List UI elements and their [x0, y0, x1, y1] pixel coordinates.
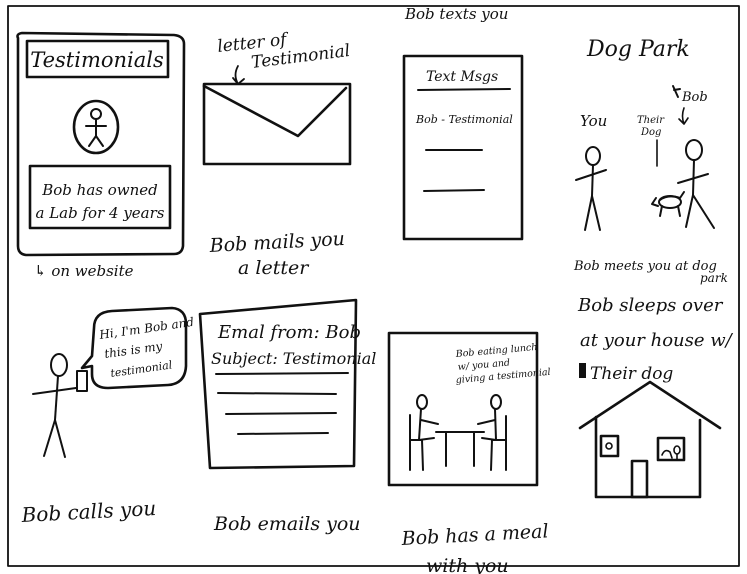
testimonials-title: Testimonials	[30, 48, 164, 72]
dogpark-caption-line1: Bob meets you at dog	[573, 259, 717, 274]
bubble-text-line2: this is my	[103, 339, 163, 361]
meal-caption-line1: Bob has a meal	[400, 520, 549, 550]
chair-right	[490, 415, 507, 471]
storyboard-sketch: Testimonials Bob has owned a Lab for 4 y…	[7, 5, 740, 574]
stick-figure-bob	[677, 139, 715, 229]
panel-website: Testimonials Bob has owned a Lab for 4 y…	[16, 31, 186, 280]
meal-caption-line2: with you	[426, 555, 509, 574]
sleepover-caption-line1: Bob sleeps over	[577, 295, 724, 316]
testimonial-text-line2: a Lab for 4 years	[36, 204, 165, 222]
panel-dogpark: Dog Park You Their Dog Bob Bob meets you…	[573, 37, 728, 285]
panel-letter: letter of Testimonial Bob mails you a le…	[202, 30, 352, 279]
phone-icon	[76, 370, 88, 392]
label-dog: Dog	[640, 127, 661, 138]
stick-figure-caller	[32, 353, 77, 458]
sleepover-caption-line3: Their dog	[590, 364, 673, 384]
panel-call: Hi, I'm Bob and this is my testimonial B…	[20, 306, 195, 527]
phone-title: Text Msgs	[426, 69, 498, 85]
panel-sleepover: Bob sleeps over at your house w/ Their d…	[577, 295, 734, 499]
bubble-text-line1: Hi, I'm Bob and	[97, 315, 195, 342]
dog-icon	[651, 191, 685, 217]
diner-left	[416, 394, 439, 441]
panel-texts: Bob texts you Text Msgs Bob - Testimonia…	[402, 5, 524, 241]
table-icon	[435, 431, 485, 467]
arrow-icon	[678, 107, 689, 125]
phone-title-underline	[417, 88, 511, 91]
label-marker	[672, 85, 681, 98]
bubble-text-line3: testimonial	[110, 358, 174, 380]
diner-right	[477, 394, 502, 441]
panel-email: Emal from: Bob Subject: Testimonial Bob …	[198, 298, 376, 535]
bullet-mark	[579, 363, 586, 378]
dogpark-caption-line2: park	[700, 271, 728, 285]
letter-caption-line1: Bob mails you	[208, 228, 345, 257]
letter-caption-line2: a letter	[238, 257, 310, 279]
meal-note-line1: Bob eating lunch	[454, 342, 538, 360]
dogpark-title: Dog Park	[586, 37, 690, 62]
email-subject-line: Subject: Testimonial	[211, 349, 376, 368]
panel-meal: Bob eating lunch w/ you and giving a tes…	[387, 331, 551, 574]
email-body-line	[217, 392, 337, 395]
call-caption: Bob calls you	[20, 496, 157, 527]
down-arrow-icon	[232, 65, 245, 85]
label-bob: Bob	[681, 90, 708, 105]
label-their: Their	[637, 115, 665, 126]
testimonial-text-line1: Bob has owned	[41, 181, 158, 199]
email-caption: Bob emails you	[213, 513, 361, 535]
email-from-line: Emal from: Bob	[217, 322, 361, 343]
stick-figure-you	[575, 146, 607, 231]
storyboard-canvas: Testimonials Bob has owned a Lab for 4 y…	[0, 0, 747, 574]
website-caption: ↳ on website	[34, 262, 134, 280]
house-icon	[578, 380, 722, 499]
storyboard-frame	[7, 5, 740, 567]
email-body-line	[237, 432, 329, 435]
envelope-flap	[202, 84, 348, 138]
email-body-line	[225, 412, 337, 415]
avatar-stick-figure	[85, 108, 107, 147]
message-line	[423, 189, 485, 192]
sleepover-caption-line2: at your house w/	[580, 330, 734, 351]
label-you: You	[580, 112, 607, 130]
email-divider	[215, 372, 349, 375]
phone-message: Bob - Testimonial	[415, 113, 513, 126]
texts-header: Bob texts you	[404, 5, 508, 23]
